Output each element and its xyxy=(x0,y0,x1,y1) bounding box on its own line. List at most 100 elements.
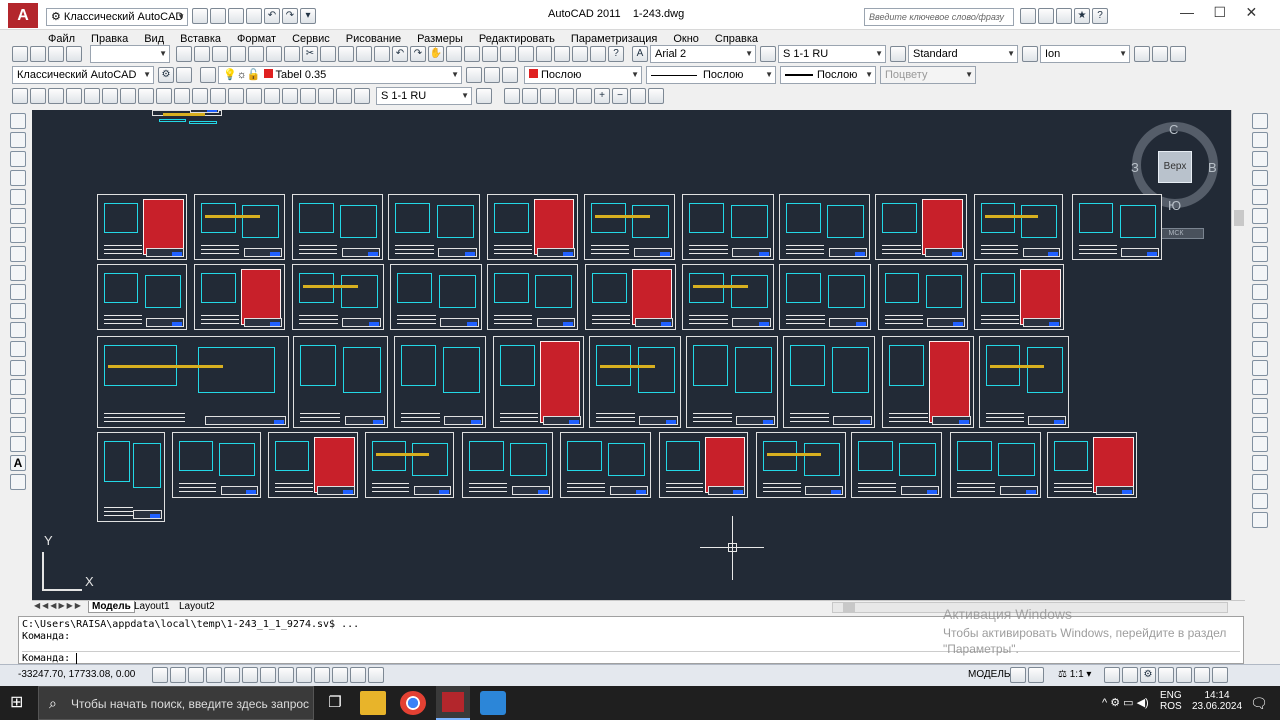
zoom-all-icon[interactable] xyxy=(630,88,646,104)
undo-icon[interactable]: ↶ xyxy=(264,8,280,24)
language-indicator[interactable]: ENG ROS xyxy=(1160,690,1182,712)
drawing-sheet[interactable] xyxy=(365,432,454,498)
workspace-select-2[interactable]: Классический AutoCAD ▼ xyxy=(12,66,154,84)
jogged-linear-icon[interactable] xyxy=(300,88,316,104)
photos-icon[interactable] xyxy=(480,691,506,715)
construction-line-icon[interactable] xyxy=(10,132,26,148)
mleader-style-icon[interactable] xyxy=(1022,46,1038,62)
layer-select[interactable]: 💡☼🔓 Tabel 0.35 ▼ xyxy=(218,66,462,84)
command-input[interactable] xyxy=(76,653,84,664)
design-center-icon[interactable] xyxy=(48,46,64,62)
zoom-object-icon[interactable] xyxy=(576,88,592,104)
horizontal-scroll-thumb[interactable] xyxy=(843,603,855,612)
drawing-sheet[interactable] xyxy=(152,110,222,124)
table-icon[interactable] xyxy=(10,436,26,452)
drawing-sheet[interactable] xyxy=(97,194,187,260)
workspace-switch-icon[interactable]: ⚙ xyxy=(1140,667,1156,683)
drawing-sheet[interactable] xyxy=(974,264,1064,330)
osnap-icon[interactable] xyxy=(224,667,240,683)
publish-icon[interactable] xyxy=(266,46,282,62)
key-icon[interactable] xyxy=(1038,8,1054,24)
block-editor-icon[interactable] xyxy=(374,46,390,62)
table-style-select[interactable]: Standard ▼ xyxy=(908,45,1018,63)
viewcube-east[interactable]: В xyxy=(1208,160,1217,175)
arc-icon[interactable] xyxy=(10,208,26,224)
dim-text-edit-icon[interactable] xyxy=(336,88,352,104)
dim-style-icon[interactable] xyxy=(760,46,776,62)
layer-previous-icon[interactable] xyxy=(484,67,500,83)
drawing-sheet[interactable] xyxy=(97,264,187,330)
drawing-sheet[interactable] xyxy=(487,194,578,260)
viewcube-face[interactable]: Верх xyxy=(1158,151,1192,183)
annotation-scale[interactable]: ⚖ 1:1 ▾ xyxy=(1058,669,1091,680)
quick-view-drawings-icon[interactable] xyxy=(1028,667,1044,683)
lineweight-select[interactable]: Послою ▼ xyxy=(780,66,876,84)
polar-icon[interactable] xyxy=(206,667,222,683)
close-icon[interactable]: ✕ xyxy=(1245,4,1257,20)
polygon-icon[interactable] xyxy=(10,170,26,186)
otrack-icon[interactable] xyxy=(260,667,276,683)
inspect-icon[interactable] xyxy=(282,88,298,104)
save-icon[interactable] xyxy=(212,46,228,62)
workspace-select[interactable]: ⚙ Классический AutoCAD ▼ xyxy=(46,8,188,26)
hatch-icon[interactable] xyxy=(10,379,26,395)
ducs-icon[interactable] xyxy=(278,667,294,683)
qat-menu-icon[interactable]: ▾ xyxy=(300,8,316,24)
search-input[interactable]: Введите ключевое слово/фразу xyxy=(864,8,1014,26)
preview-icon[interactable] xyxy=(248,46,264,62)
center-mark-icon[interactable] xyxy=(264,88,280,104)
drawing-sheet[interactable] xyxy=(268,432,358,498)
save-icon[interactable] xyxy=(228,8,244,24)
plotstyle-select[interactable]: Поцвету ▼ xyxy=(880,66,976,84)
circle-icon[interactable] xyxy=(10,227,26,243)
move-icon[interactable] xyxy=(1252,208,1268,224)
sheetset-icon[interactable] xyxy=(554,46,570,62)
plot-icon[interactable] xyxy=(230,46,246,62)
new-icon[interactable] xyxy=(176,46,192,62)
drawing-sheet[interactable] xyxy=(851,432,942,498)
drawing-sheet[interactable] xyxy=(292,264,384,330)
quick-dim-icon[interactable] xyxy=(156,88,172,104)
vertical-scrollbar[interactable] xyxy=(1231,110,1245,600)
array-icon[interactable] xyxy=(1252,189,1268,205)
drawing-sheet[interactable] xyxy=(974,194,1063,260)
fillet-icon[interactable] xyxy=(1252,398,1268,414)
file-explorer-icon[interactable] xyxy=(360,691,386,715)
dim-style-select[interactable]: S 1-1 RU ▼ xyxy=(778,45,886,63)
draworder-icon[interactable] xyxy=(1252,436,1268,452)
dim-style-select-2[interactable]: S 1-1 RU ▼ xyxy=(376,87,472,105)
3dosnap-icon[interactable] xyxy=(242,667,258,683)
radius-icon[interactable] xyxy=(84,88,100,104)
break-icon[interactable] xyxy=(1252,341,1268,357)
model-space-toggle[interactable]: МОДЕЛЬ xyxy=(968,669,1010,680)
chamfer-icon[interactable] xyxy=(1252,379,1268,395)
command-window[interactable]: C:\Users\RAISA\appdata\local\temp\1-243_… xyxy=(18,616,1244,664)
vertical-scroll-thumb[interactable] xyxy=(1234,210,1244,226)
polyline-icon[interactable] xyxy=(10,151,26,167)
properties-icon[interactable] xyxy=(30,46,46,62)
make-block-icon[interactable] xyxy=(10,341,26,357)
gradient-icon[interactable] xyxy=(10,398,26,414)
sc-icon[interactable] xyxy=(368,667,384,683)
globe-icon[interactable] xyxy=(1152,46,1168,62)
gear-icon[interactable]: ⚙ xyxy=(158,67,174,83)
tab-scroll-arrows[interactable]: ◀◀◀▶▶▶ xyxy=(34,601,83,610)
copy-icon[interactable] xyxy=(320,46,336,62)
drawing-sheet[interactable] xyxy=(97,432,165,522)
offset-icon[interactable] xyxy=(1252,170,1268,186)
rectangle-icon[interactable] xyxy=(10,189,26,205)
continue-icon[interactable] xyxy=(192,88,208,104)
layer-state-icon[interactable] xyxy=(502,67,518,83)
drawing-sheet[interactable] xyxy=(487,264,578,330)
drawing-sheet[interactable] xyxy=(388,194,480,260)
linear-dim-icon[interactable] xyxy=(12,88,28,104)
exchange-icon[interactable] xyxy=(1056,8,1072,24)
zoom-in-icon[interactable]: + xyxy=(594,88,610,104)
tpy-icon[interactable] xyxy=(332,667,348,683)
lock-icon[interactable] xyxy=(1158,667,1174,683)
workspace-icon[interactable] xyxy=(12,46,28,62)
point-icon[interactable] xyxy=(10,360,26,376)
hatch-back-icon[interactable] xyxy=(1252,512,1268,528)
maximize-icon[interactable]: ☐ xyxy=(1213,4,1226,20)
trim-icon[interactable] xyxy=(1252,284,1268,300)
